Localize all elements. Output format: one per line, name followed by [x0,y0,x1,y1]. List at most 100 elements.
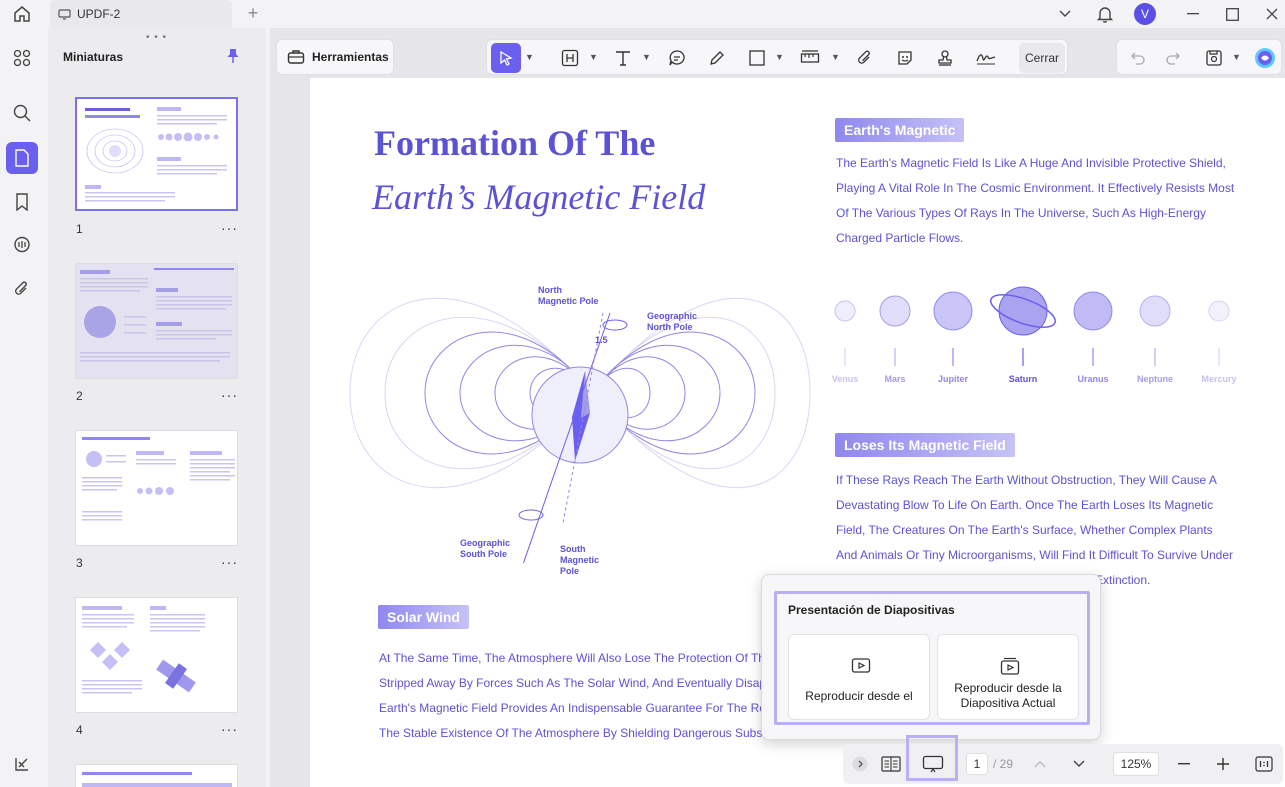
organize-pages-icon[interactable] [6,42,38,74]
planet-label: Uranus [1077,374,1109,384]
rectangle-shape-icon[interactable] [742,43,772,73]
zoom-in-icon[interactable] [1214,752,1232,776]
measure-ruler-icon[interactable] [795,43,825,73]
stamp-icon[interactable] [930,43,960,73]
paperclip-icon[interactable] [850,43,880,73]
thumbnails-panel: • • • Miniaturas 1 ··· 2 ··· 3 ··· 4 ··· [48,28,266,787]
section-paragraph-line: Earth's Magnetic Field Provides An Indis… [379,701,773,715]
highlight-text-icon[interactable] [555,43,585,73]
section-heading: Earth's Magnetic [835,118,965,142]
page-more-button[interactable]: ··· [221,387,238,403]
tools-label: Herramientas [312,50,389,64]
page-thumbnail-4[interactable] [75,597,238,713]
chevron-up-icon[interactable] [1031,752,1049,776]
chevron-down-icon[interactable]: ▼ [525,52,534,62]
page-thumbnail-5[interactable] [75,764,238,787]
minimize-button[interactable] [1183,0,1203,28]
chevron-down-icon[interactable] [1055,0,1075,28]
section-heading: Solar Wind [378,605,469,629]
play-from-current-label-2: Diapositiva Actual [960,696,1056,710]
thumbnail-preview [76,264,237,378]
presentation-icon [58,8,71,20]
save-icon[interactable] [1199,43,1229,73]
user-avatar[interactable]: V [1133,0,1157,28]
page-more-button[interactable]: ··· [221,220,238,236]
section-paragraph-line: Stripped Away By Forces Such As The Sola… [379,676,773,690]
chevron-down-icon[interactable] [1070,752,1088,776]
pencil-icon[interactable] [702,43,732,73]
page-thumbnail-2[interactable] [75,263,238,379]
section-paragraph: The Earth's Magnetic Field Is Like A Hug… [836,156,1235,245]
close-toolbar-button[interactable]: Cerrar [1019,43,1065,73]
play-from-current-button[interactable]: Reproducir desde la Diapositiva Actual [937,634,1079,720]
search-icon[interactable] [6,97,38,129]
zoom-level-field[interactable]: 125% [1113,752,1159,776]
page-more-button[interactable]: ··· [221,554,238,570]
slideshow-popup: Presentación de Diapositivas Reproducir … [761,574,1101,740]
signature-icon[interactable] [971,43,1001,73]
play-icon [851,658,871,673]
pin-icon[interactable] [226,48,240,69]
text-tool-icon[interactable] [608,43,638,73]
thumbnails-icon[interactable] [6,142,38,174]
toolbox-icon [287,50,305,64]
play-from-current-label-1: Reproducir desde la [954,681,1062,695]
planet-label: Mercury [1201,374,1237,384]
comment-bubble-icon[interactable] [662,43,692,73]
page-number: 2 [76,389,83,403]
close-window-button[interactable] [1262,0,1282,28]
ai-assistant-icon[interactable] [1250,43,1280,73]
chevron-down-icon[interactable]: ▼ [642,52,651,62]
panel-title: Miniaturas [63,50,124,64]
planet-label: Saturn [1008,374,1038,384]
annotation-toolbar: ▼ ▼ ▼ ▼ ▼ Cerrar [486,39,1068,75]
sticker-icon[interactable] [890,43,920,73]
left-rail [0,28,44,787]
chevron-right-icon[interactable] [851,752,869,776]
actual-size-icon[interactable] [1253,752,1275,776]
north-magnetic-pole-label: North Magnetic Pole [538,285,599,306]
new-tab-button[interactable]: + [244,4,262,22]
planet-label: Neptune [1137,374,1173,384]
chevron-down-icon[interactable]: ▼ [1232,52,1241,62]
home-icon[interactable] [10,3,34,25]
maximize-button[interactable] [1222,0,1242,28]
page-number-field[interactable]: 1 [966,752,988,776]
bookmark-icon[interactable] [6,186,38,218]
section-paragraph-tail: Extinction. [1095,573,1151,587]
section-paragraph-line: The Stable Existence Of The Atmosphere B… [379,726,773,740]
page-thumbnail-3[interactable] [75,430,238,546]
play-from-start-button[interactable]: Reproducir desde el [788,634,930,720]
planet-label: Jupiter [937,374,968,384]
page-number: 1 [76,222,83,236]
tools-button[interactable]: Herramientas [276,39,394,75]
section-paragraph-line: At The Same Time, The Atmosphere Will Al… [379,651,772,665]
panel-grip[interactable]: • • • [146,32,167,43]
undo-icon[interactable] [1123,43,1153,73]
chevron-down-icon[interactable]: ▼ [775,52,784,62]
page-more-button[interactable]: ··· [221,721,238,737]
page-thumbnail-1[interactable] [75,97,238,211]
chevron-down-icon[interactable]: ▼ [831,52,840,62]
select-cursor-icon[interactable] [491,43,521,73]
chevron-down-icon[interactable]: ▼ [589,52,598,62]
total-pages: / 29 [993,757,1014,771]
document-tab[interactable]: UPDF-2 [50,0,232,28]
page-layout-icon[interactable] [879,752,903,776]
play-from-start-label: Reproducir desde el [805,689,913,703]
planet-label: Mars [884,374,906,384]
doc-title-line2: Earth’s Magnetic Field [372,177,706,217]
geographic-north-pole-label: Geographic North Pole [647,311,698,332]
bell-icon[interactable] [1095,0,1115,28]
zoom-out-icon[interactable] [1175,752,1193,776]
layers-icon[interactable] [6,748,38,780]
redo-icon[interactable] [1158,43,1188,73]
slideshow-button-highlight [906,735,958,781]
comments-icon[interactable] [6,229,38,261]
doc-title-line1: Formation Of The [374,123,656,163]
attachment-icon[interactable] [6,273,38,305]
south-magnetic-pole-label: South Magnetic Pole [560,544,600,576]
title-bar: UPDF-2 + V [0,0,1285,28]
thumbnail-preview [82,606,205,694]
play-current-slide-icon [1000,657,1020,675]
